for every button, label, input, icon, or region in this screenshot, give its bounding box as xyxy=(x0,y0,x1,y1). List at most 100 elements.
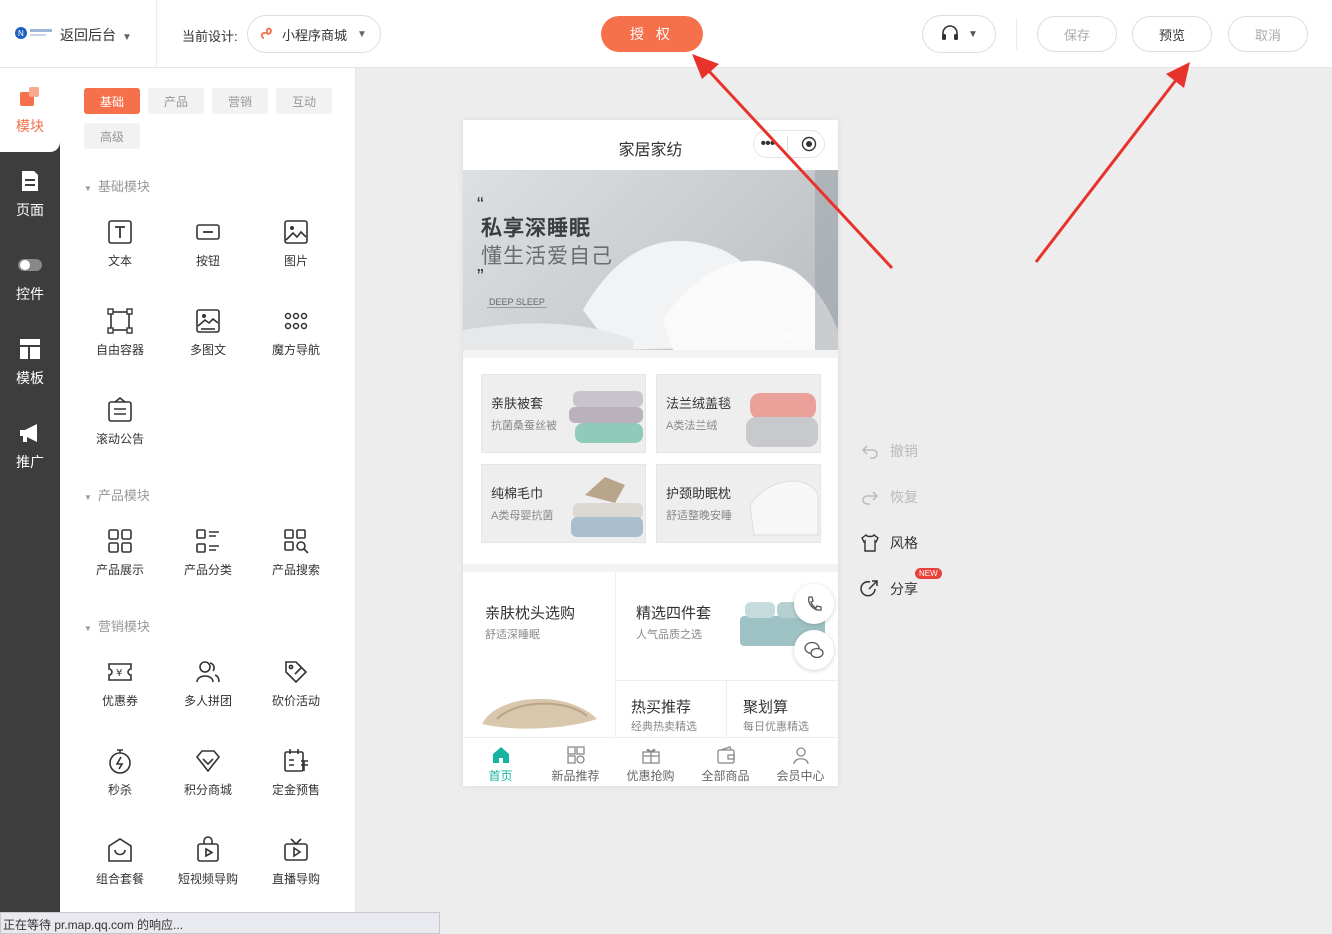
tab-basic[interactable]: 基础 xyxy=(84,88,140,114)
cancel-button[interactable]: 取消 xyxy=(1228,16,1308,52)
module-cube-nav[interactable]: 魔方导航 xyxy=(252,307,340,387)
module-free-container[interactable]: 自由容器 xyxy=(76,307,164,387)
undo-icon xyxy=(861,445,878,459)
module-button[interactable]: 按钮 xyxy=(164,218,252,298)
home-icon xyxy=(492,747,509,763)
brand-logo: N xyxy=(15,27,52,39)
undo-label: 撤销 xyxy=(890,443,918,459)
module-group-buy[interactable]: 多人拼团 xyxy=(164,658,252,738)
group-people-icon xyxy=(196,661,220,683)
nav-label: 页面 xyxy=(16,202,44,218)
divider xyxy=(1016,18,1017,50)
module-text[interactable]: 文本 xyxy=(76,218,164,298)
recommend-subtitle: 经典热卖精选 xyxy=(631,721,697,733)
category-title: 纯棉毛巾 xyxy=(491,486,544,501)
authorize-button[interactable]: 授 权 xyxy=(601,16,703,52)
more-dots-icon: ••• xyxy=(760,135,776,152)
category-card[interactable]: 纯棉毛巾 A类母婴抗菌 xyxy=(481,464,646,543)
style-button[interactable]: 风格 xyxy=(860,533,918,553)
module-scroll-notice[interactable]: 滚动公告 xyxy=(76,396,164,476)
recommend-title[interactable]: 亲肤枕头选购 xyxy=(485,602,575,623)
current-design-label: 当前设计: xyxy=(182,29,238,44)
section-marketing-modules[interactable]: ▼ 营销模块 xyxy=(84,616,150,635)
module-label: 直播导购 xyxy=(271,872,320,886)
customer-service-button[interactable]: ▼ xyxy=(922,15,996,53)
wechat-button[interactable] xyxy=(794,630,834,670)
nav-item-promotion[interactable]: 推广 xyxy=(0,404,60,488)
diamond-icon xyxy=(195,750,221,773)
tabbar-home[interactable]: 首页 xyxy=(463,738,538,786)
nav-item-templates[interactable]: 模板 xyxy=(0,320,60,404)
tabbar-all-products[interactable]: 全部商品 xyxy=(688,738,763,786)
tabbar-member-center[interactable]: 会员中心 xyxy=(763,738,838,786)
save-button[interactable]: 保存 xyxy=(1037,16,1117,52)
user-icon xyxy=(792,747,809,765)
category-title: 护颈助眠枕 xyxy=(666,486,732,501)
category-card[interactable]: 法兰绒盖毯 A类法兰绒 xyxy=(656,374,821,453)
module-label: 产品展示 xyxy=(95,563,144,577)
redo-button[interactable]: 恢复 xyxy=(860,487,918,507)
module-live-stream[interactable]: 直播导购 xyxy=(252,836,340,916)
tabbar-label: 优惠抢购 xyxy=(626,769,675,783)
category-card[interactable]: 亲肤被套 抗菌桑蚕丝被 xyxy=(481,374,646,453)
design-select[interactable]: 小程序商城 ▼ xyxy=(247,15,381,53)
module-product-category[interactable]: 产品分类 xyxy=(164,527,252,607)
nav-label: 推广 xyxy=(16,454,44,470)
module-product-display[interactable]: 产品展示 xyxy=(76,527,164,607)
nav-item-pages[interactable]: 页面 xyxy=(0,152,60,236)
search-grid-icon xyxy=(284,529,309,554)
module-flash-sale[interactable]: 秒杀 xyxy=(76,747,164,827)
module-label: 产品分类 xyxy=(183,563,232,577)
recommend-title[interactable]: 热买推荐 xyxy=(631,696,691,717)
nav-item-modules[interactable]: 模块 xyxy=(0,68,60,152)
module-label: 自由容器 xyxy=(95,343,144,357)
tabbar-label: 会员中心 xyxy=(776,769,825,783)
module-deposit-presale[interactable]: 定金预售 xyxy=(252,747,340,827)
spacer xyxy=(463,564,838,572)
share-button[interactable]: 分享 xyxy=(860,579,918,599)
module-short-video[interactable]: 短视频导购 xyxy=(164,836,252,916)
phone-call-button[interactable] xyxy=(794,584,834,624)
module-bargain[interactable]: 砍价活动 xyxy=(252,658,340,738)
nav-label: 控件 xyxy=(16,286,44,302)
tab-interaction[interactable]: 互动 xyxy=(276,88,332,114)
module-label: 多人拼团 xyxy=(183,694,232,708)
module-coupon[interactable]: ¥ 优惠券 xyxy=(76,658,164,738)
section-basic-modules[interactable]: ▼ 基础模块 xyxy=(84,176,150,195)
module-multi-image-text[interactable]: 多图文 xyxy=(164,307,252,387)
module-image[interactable]: 图片 xyxy=(252,218,340,298)
tv-icon xyxy=(284,838,308,861)
blanket-image xyxy=(746,393,818,447)
recommend-subtitle: 每日优惠精选 xyxy=(743,721,809,733)
module-label: 文本 xyxy=(107,254,132,268)
calendar-icon xyxy=(284,749,308,772)
category-subtitle: 抗菌桑蚕丝被 xyxy=(491,420,557,432)
module-label: 多图文 xyxy=(189,343,226,357)
back-to-admin-button[interactable]: 返回后台 ▼ xyxy=(60,25,132,45)
banner-carousel[interactable]: “ 私享深睡眠 懂生活爱自己 ” DEEP SLEEP xyxy=(463,170,838,350)
multi-image-icon xyxy=(196,309,220,333)
category-subtitle: A类母婴抗菌 xyxy=(491,510,554,522)
undo-button[interactable]: 撤销 xyxy=(860,441,918,461)
recommend-title[interactable]: 聚划算 xyxy=(743,696,788,717)
module-product-search[interactable]: 产品搜索 xyxy=(252,527,340,607)
phone-icon xyxy=(808,596,822,611)
recommend-title[interactable]: 精选四件套 xyxy=(636,602,711,623)
category-card[interactable]: 护颈助眠枕 舒适整晚安睡 xyxy=(656,464,821,543)
tab-product[interactable]: 产品 xyxy=(148,88,204,114)
phone-preview[interactable]: 家居家纺 ••• “ 私享深睡眠 懂生活爱自己 ” DEEP SLEEP 亲肤被… xyxy=(463,120,838,786)
module-label: 按钮 xyxy=(195,254,220,268)
chevron-down-icon: ▼ xyxy=(122,32,132,43)
module-combo-package[interactable]: 组合套餐 xyxy=(76,836,164,916)
module-points-mall[interactable]: 积分商城 xyxy=(164,747,252,827)
tabbar-new-products[interactable]: 新品推荐 xyxy=(538,738,613,786)
tab-advanced[interactable]: 高级 xyxy=(84,123,140,149)
preview-button[interactable]: 预览 xyxy=(1132,16,1212,52)
tabbar-deals[interactable]: 优惠抢购 xyxy=(613,738,688,786)
tab-marketing[interactable]: 营销 xyxy=(212,88,268,114)
nav-item-controls[interactable]: 控件 xyxy=(0,236,60,320)
container-icon xyxy=(107,308,133,334)
divider xyxy=(787,136,789,152)
section-product-modules[interactable]: ▼ 产品模块 xyxy=(84,485,150,504)
megaphone-icon xyxy=(20,424,37,442)
